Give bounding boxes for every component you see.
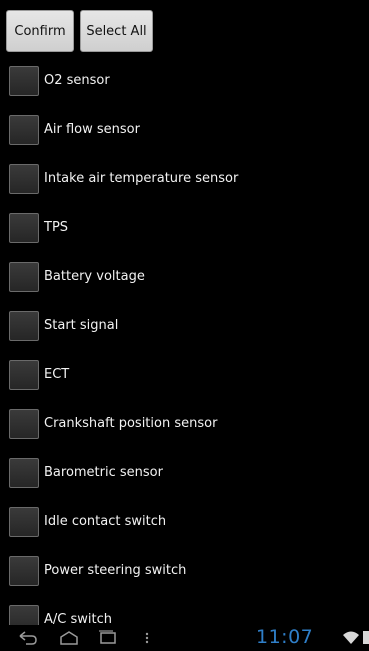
list-item-battery-voltage[interactable]: Battery voltage (0, 254, 369, 303)
list-item-label: O2 sensor (44, 73, 110, 88)
select-all-button[interactable]: Select All (80, 10, 153, 52)
list-item-idle-contact-switch[interactable]: Idle contact switch (0, 499, 369, 548)
list-item-label: Intake air temperature sensor (44, 171, 239, 186)
back-icon[interactable] (16, 629, 38, 647)
list-item-label: Power steering switch (44, 563, 187, 578)
confirm-button[interactable]: Confirm (6, 10, 74, 52)
list-item-barometric-sensor[interactable]: Barometric sensor (0, 450, 369, 499)
wifi-icon (343, 631, 359, 644)
clock-time: 11:07 (256, 626, 314, 648)
checkbox[interactable] (9, 213, 39, 243)
list-item-o2-sensor[interactable]: O2 sensor (0, 58, 369, 107)
list-item-intake-air-temperature-sensor[interactable]: Intake air temperature sensor (0, 156, 369, 205)
list-item-label: ECT (44, 367, 70, 382)
list-item-label: TPS (44, 220, 69, 235)
list-item-label: Battery voltage (44, 269, 145, 284)
checkbox[interactable] (9, 66, 39, 96)
list-item-label: Idle contact switch (44, 514, 167, 529)
list-item-label: Crankshaft position sensor (44, 416, 218, 431)
list-item-crankshaft-position-sensor[interactable]: Crankshaft position sensor (0, 401, 369, 450)
list-item-ac-switch[interactable]: A/C switch (0, 597, 369, 625)
recents-icon[interactable] (96, 629, 118, 647)
list-item-label: Air flow sensor (44, 122, 140, 137)
system-navigation-bar: 11:07 (0, 625, 369, 651)
list-item-air-flow-sensor[interactable]: Air flow sensor (0, 107, 369, 156)
menu-icon[interactable] (143, 629, 151, 647)
list-item-tps[interactable]: TPS (0, 205, 369, 254)
list-item-power-steering-switch[interactable]: Power steering switch (0, 548, 369, 597)
checkbox[interactable] (9, 311, 39, 341)
checkbox[interactable] (9, 115, 39, 145)
checkbox[interactable] (9, 458, 39, 488)
list-item-label: A/C switch (44, 612, 112, 625)
sensor-list: O2 sensor Air flow sensor Intake air tem… (0, 58, 369, 625)
battery-icon (363, 631, 369, 644)
list-item-ect[interactable]: ECT (0, 352, 369, 401)
home-icon[interactable] (58, 629, 80, 647)
checkbox[interactable] (9, 556, 39, 586)
checkbox[interactable] (9, 262, 39, 292)
list-item-start-signal[interactable]: Start signal (0, 303, 369, 352)
checkbox[interactable] (9, 164, 39, 194)
action-toolbar: Confirm Select All (0, 0, 369, 58)
list-item-label: Barometric sensor (44, 465, 163, 480)
checkbox[interactable] (9, 360, 39, 390)
checkbox[interactable] (9, 507, 39, 537)
checkbox[interactable] (9, 409, 39, 439)
list-item-label: Start signal (44, 318, 119, 333)
checkbox[interactable] (9, 605, 39, 625)
